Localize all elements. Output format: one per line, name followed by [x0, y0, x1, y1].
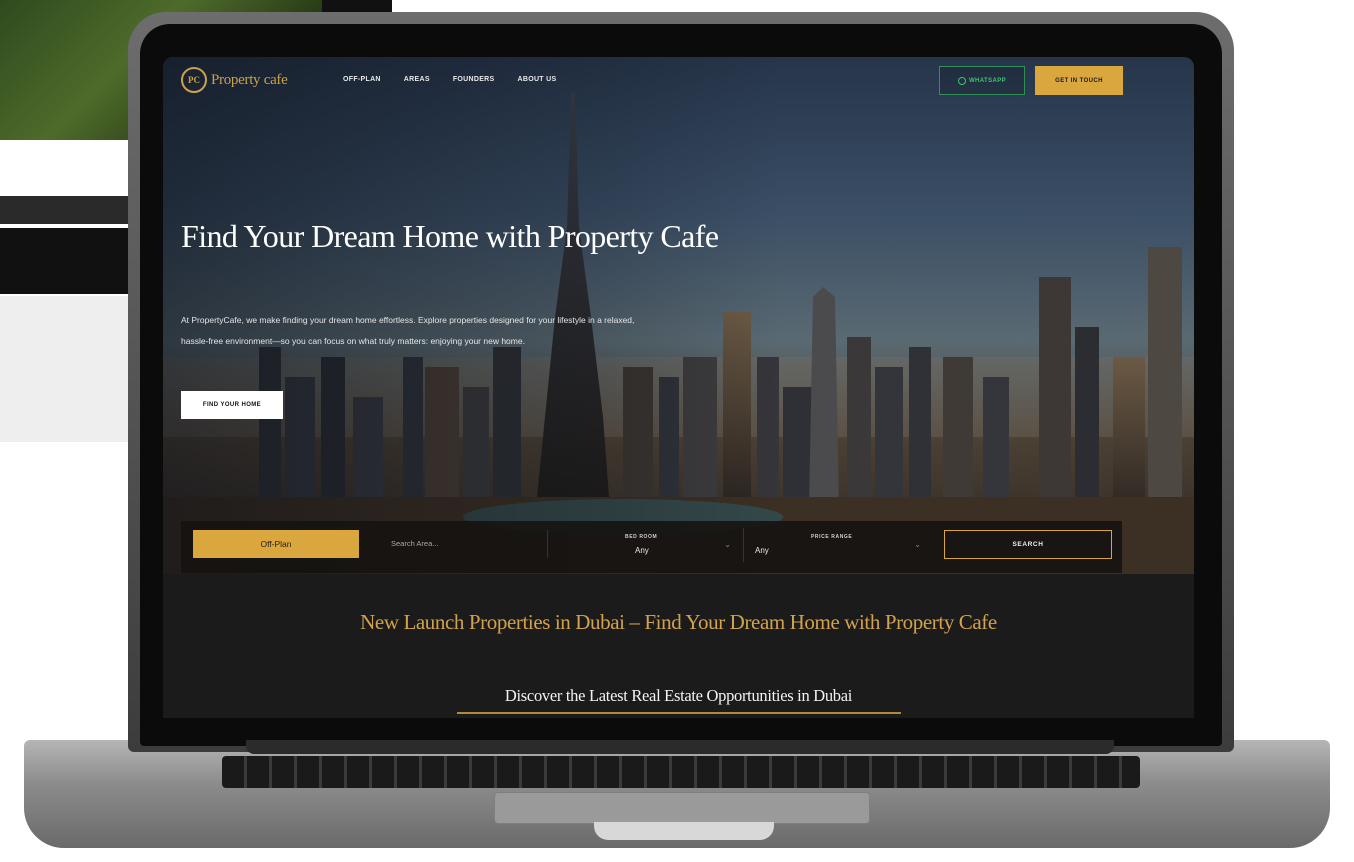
- section-subtitle: Discover the Latest Real Estate Opportun…: [504, 686, 853, 705]
- background-panel: [0, 296, 140, 442]
- search-area-field: [379, 530, 553, 558]
- logo[interactable]: PC Property cafe: [181, 67, 288, 93]
- find-your-home-button[interactable]: FIND YOUR HOME: [181, 391, 283, 419]
- laptop-keyboard: [222, 756, 1140, 788]
- background-bar: [0, 196, 140, 224]
- nav-link-areas[interactable]: AREAS: [404, 76, 430, 83]
- price-range-label: PRICE RANGE: [811, 534, 853, 540]
- bedroom-label: BED ROOM: [625, 534, 658, 540]
- property-search-bar: Off-Plan BED ROOM Any ⌄ PRICE RANGE Any …: [181, 521, 1122, 573]
- whatsapp-label: WHATSAPP: [968, 77, 1007, 84]
- search-button[interactable]: SEARCH: [944, 530, 1112, 559]
- laptop-screen: PC Property cafe OFF-PLAN AREAS FOUNDERS…: [163, 57, 1194, 718]
- nav-link-off-plan[interactable]: OFF-PLAN: [343, 76, 381, 83]
- top-navigation: PC Property cafe OFF-PLAN AREAS FOUNDERS…: [163, 57, 1194, 105]
- hero-section: PC Property cafe OFF-PLAN AREAS FOUNDERS…: [163, 57, 1194, 574]
- price-range-value: Any: [755, 546, 769, 555]
- price-range-select[interactable]: PRICE RANGE Any ⌄: [751, 528, 933, 562]
- hero-title: Find Your Dream Home with Property Cafe: [181, 218, 719, 254]
- section-title: New Launch Properties in Dubai – Find Yo…: [360, 610, 997, 634]
- search-area-input[interactable]: [379, 530, 553, 556]
- bedroom-value: Any: [635, 546, 649, 555]
- whatsapp-button[interactable]: WHATSAPP: [939, 66, 1025, 95]
- logo-text: Property cafe: [211, 71, 288, 88]
- laptop-hinge: [246, 740, 1114, 754]
- property-type-button[interactable]: Off-Plan: [193, 530, 359, 558]
- logo-mark: PC: [181, 67, 207, 93]
- nav-links: OFF-PLAN AREAS FOUNDERS ABOUT US: [343, 76, 556, 83]
- subtitle-underline: [457, 712, 901, 714]
- nav-link-founders[interactable]: FOUNDERS: [453, 76, 495, 83]
- hero-description: At PropertyCafe, we make finding your dr…: [181, 315, 635, 346]
- chevron-down-icon: ⌄: [914, 540, 921, 549]
- background-bar: [0, 228, 140, 294]
- laptop-notch: [594, 822, 774, 840]
- bedroom-select[interactable]: BED ROOM Any ⌄: [557, 528, 744, 562]
- get-in-touch-button[interactable]: GET IN TOUCH: [1035, 66, 1123, 95]
- laptop-trackpad: [494, 792, 870, 824]
- whatsapp-icon: [957, 76, 966, 85]
- nav-link-about-us[interactable]: ABOUT US: [518, 76, 557, 83]
- new-launch-section: New Launch Properties in Dubai – Find Yo…: [163, 574, 1194, 718]
- chevron-down-icon: ⌄: [724, 540, 731, 549]
